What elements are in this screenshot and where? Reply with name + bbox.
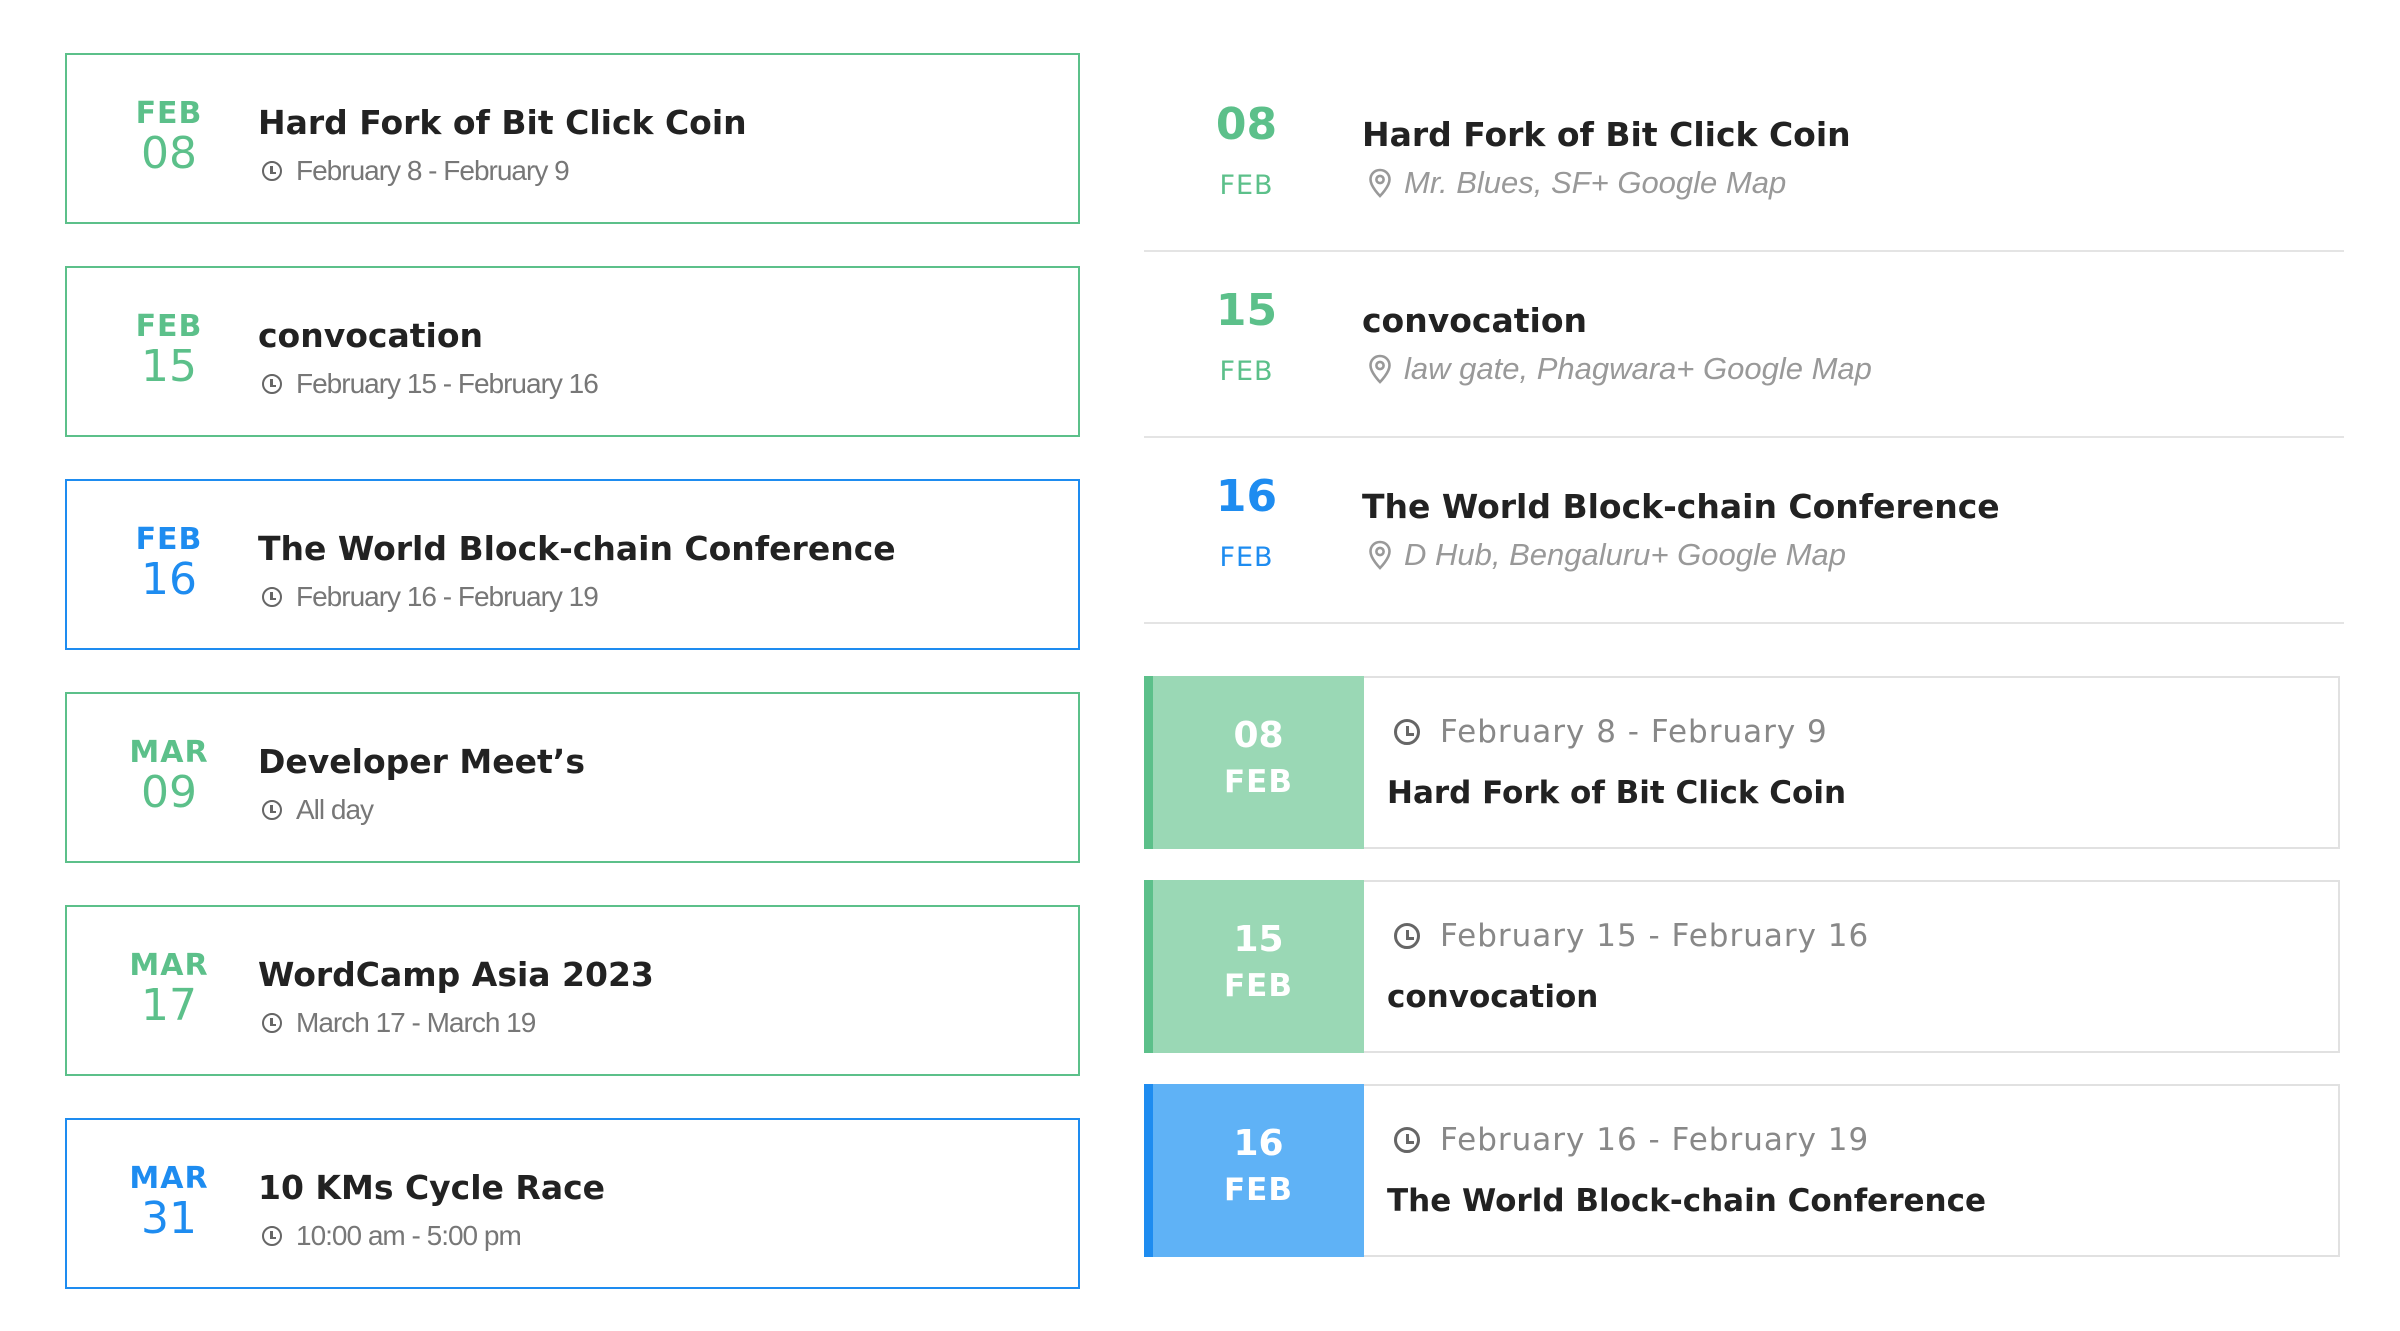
- event-day: 08: [1215, 99, 1278, 150]
- location-text: D Hub, Bengaluru: [1404, 537, 1651, 572]
- event-dates: February 8 - February 9: [1394, 712, 1828, 752]
- event-list: 08 FEB Hard Fork of Bit Click Coin Mr. B…: [1144, 66, 2344, 624]
- event-location: law gate, Phagwara + Google Map: [1368, 349, 1872, 389]
- event-month: FEB: [1224, 764, 1293, 800]
- event-day: 09: [141, 767, 197, 818]
- event-card[interactable]: FEB 15 convocation February 15 - Februar…: [65, 266, 1080, 437]
- clock-icon: [262, 800, 282, 820]
- event-month: MAR: [129, 735, 209, 770]
- event-month: MAR: [129, 948, 209, 983]
- event-date: FEB 16: [67, 523, 271, 603]
- event-month: FEB: [1219, 356, 1274, 387]
- clock-icon: [1394, 719, 1420, 745]
- map-pin-icon: [1369, 354, 1391, 384]
- event-title[interactable]: The World Block-chain Conference: [1387, 1181, 1986, 1221]
- event-location: Mr. Blues, SF + Google Map: [1368, 163, 1786, 203]
- event-month: FEB: [1224, 1172, 1293, 1208]
- event-day: 31: [141, 1193, 197, 1244]
- event-day: 15: [1215, 285, 1278, 336]
- event-day: 08: [141, 128, 197, 179]
- google-map-link[interactable]: + Google Map: [1676, 349, 1872, 389]
- google-map-link[interactable]: + Google Map: [1591, 163, 1787, 203]
- event-card[interactable]: MAR 09 Developer Meet’s All day: [65, 692, 1080, 863]
- event-title[interactable]: Developer Meet’s: [258, 742, 585, 782]
- clock-icon: [262, 1226, 282, 1246]
- event-day: 16: [141, 554, 197, 605]
- list-item[interactable]: 08 FEB Hard Fork of Bit Click Coin Mr. B…: [1144, 66, 2344, 252]
- event-time-text: 10:00 am - 5:00 pm: [296, 1220, 522, 1251]
- clock-icon: [262, 587, 282, 607]
- event-title[interactable]: Hard Fork of Bit Click Coin: [1362, 115, 1851, 155]
- google-map-link[interactable]: + Google Map: [1650, 535, 1846, 575]
- date-badge: 16 FEB: [1144, 1084, 1364, 1257]
- event-card[interactable]: 15 FEB February 15 - February 16 convoca…: [1144, 880, 2340, 1053]
- event-time-text: All day: [296, 794, 374, 825]
- clock-icon: [262, 161, 282, 181]
- event-day: 08: [1233, 715, 1284, 756]
- event-title[interactable]: WordCamp Asia 2023: [258, 955, 654, 995]
- event-card[interactable]: FEB 08 Hard Fork of Bit Click Coin Febru…: [65, 53, 1080, 224]
- event-month: FEB: [1219, 170, 1274, 201]
- event-time-text: March 17 - March 19: [296, 1007, 536, 1038]
- event-time: 10:00 am - 5:00 pm: [262, 1219, 522, 1253]
- event-block-cards: 08 FEB February 8 - February 9 Hard Fork…: [1144, 676, 2340, 1288]
- event-date: MAR 09: [67, 736, 271, 816]
- event-title[interactable]: convocation: [1387, 977, 1598, 1017]
- event-month: FEB: [135, 96, 203, 131]
- event-card[interactable]: MAR 31 10 KMs Cycle Race 10:00 am - 5:00…: [65, 1118, 1080, 1289]
- event-time: February 16 - February 19: [262, 580, 599, 614]
- event-month: MAR: [129, 1161, 209, 1196]
- clock-icon: [1394, 1127, 1420, 1153]
- event-dates-text: February 15 - February 16: [1440, 918, 1870, 954]
- event-month: FEB: [1224, 968, 1293, 1004]
- event-title[interactable]: 10 KMs Cycle Race: [258, 1168, 605, 1208]
- event-card[interactable]: MAR 17 WordCamp Asia 2023 March 17 - Mar…: [65, 905, 1080, 1076]
- event-time: February 15 - February 16: [262, 367, 599, 401]
- event-dates-text: February 16 - February 19: [1440, 1122, 1870, 1158]
- event-date: MAR 31: [67, 1162, 271, 1242]
- event-day: 16: [1233, 1123, 1284, 1164]
- event-month: FEB: [1219, 542, 1274, 573]
- event-time-text: February 8 - February 9: [296, 155, 570, 186]
- date-badge: 15 FEB: [1144, 880, 1364, 1053]
- event-day: 15: [1233, 919, 1284, 960]
- clock-icon: [262, 1013, 282, 1033]
- event-time-text: February 16 - February 19: [296, 581, 599, 612]
- event-title[interactable]: The World Block-chain Conference: [258, 529, 896, 569]
- location-text: law gate, Phagwara: [1404, 351, 1677, 386]
- event-month: FEB: [135, 522, 203, 557]
- clock-icon: [1394, 923, 1420, 949]
- date-badge: 08 FEB: [1144, 676, 1364, 849]
- event-location: D Hub, Bengaluru + Google Map: [1368, 535, 1846, 575]
- event-title[interactable]: convocation: [258, 316, 483, 356]
- event-title[interactable]: convocation: [1362, 301, 1587, 341]
- event-card[interactable]: 16 FEB February 16 - February 19 The Wor…: [1144, 1084, 2340, 1257]
- list-item[interactable]: 15 FEB convocation law gate, Phagwara + G…: [1144, 252, 2344, 438]
- event-time: All day: [262, 793, 374, 827]
- event-dates: February 15 - February 16: [1394, 916, 1869, 956]
- event-time: February 8 - February 9: [262, 154, 570, 188]
- list-item[interactable]: 16 FEB The World Block-chain Conference …: [1144, 438, 2344, 624]
- event-cards-list: FEB 08 Hard Fork of Bit Click Coin Febru…: [65, 53, 1080, 1331]
- event-date: MAR 17: [67, 949, 271, 1029]
- event-title[interactable]: Hard Fork of Bit Click Coin: [258, 103, 747, 143]
- event-month: FEB: [135, 309, 203, 344]
- event-dates-text: February 8 - February 9: [1440, 714, 1828, 750]
- event-date: FEB 08: [67, 97, 271, 177]
- event-title[interactable]: The World Block-chain Conference: [1362, 487, 2000, 527]
- location-text: Mr. Blues, SF: [1404, 165, 1591, 200]
- event-day: 17: [141, 980, 197, 1031]
- event-time-text: February 15 - February 16: [296, 368, 599, 399]
- map-pin-icon: [1369, 168, 1391, 198]
- event-day: 16: [1215, 471, 1278, 522]
- event-dates: February 16 - February 19: [1394, 1120, 1869, 1160]
- event-time: March 17 - March 19: [262, 1006, 536, 1040]
- event-day: 15: [141, 341, 197, 392]
- clock-icon: [262, 374, 282, 394]
- event-date: FEB 15: [67, 310, 271, 390]
- event-title[interactable]: Hard Fork of Bit Click Coin: [1387, 773, 1846, 813]
- map-pin-icon: [1369, 540, 1391, 570]
- event-card[interactable]: 08 FEB February 8 - February 9 Hard Fork…: [1144, 676, 2340, 849]
- event-card[interactable]: FEB 16 The World Block-chain Conference …: [65, 479, 1080, 650]
